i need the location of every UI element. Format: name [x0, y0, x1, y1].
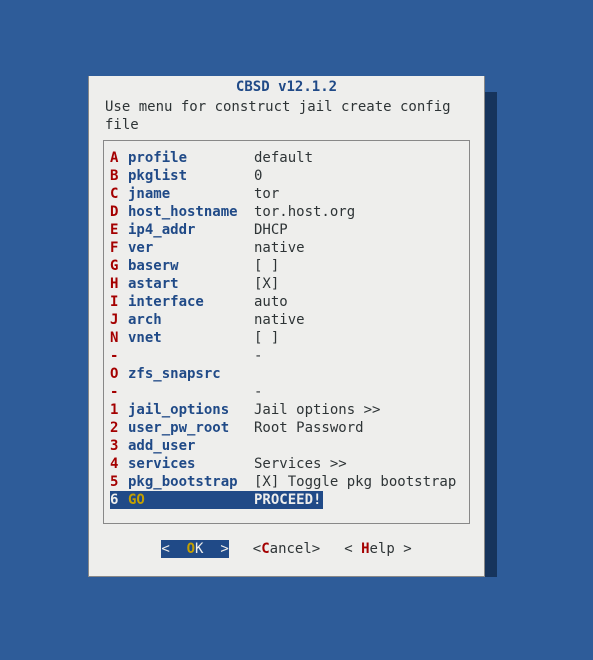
menu-item-name: services — [128, 455, 254, 473]
menu-item-astart[interactable]: Hastart[X] — [108, 275, 465, 293]
menu-item-name: host_hostname — [128, 203, 254, 221]
menu-item-name — [128, 383, 254, 401]
menu-item-interface[interactable]: Iinterfaceauto — [108, 293, 465, 311]
menu-item-name: zfs_snapsrc — [128, 365, 254, 383]
menu-item-jail_options[interactable]: 1jail_optionsJail options >> — [108, 401, 465, 419]
menu-item-name: jail_options — [128, 401, 254, 419]
menu-item-value: [X] Toggle pkg bootstrap — [254, 473, 463, 491]
dialog: CBSD v12.1.2 Use menu for construct jail… — [88, 76, 485, 577]
menu-item-value: Jail options >> — [254, 401, 463, 419]
menu-item-key: E — [110, 221, 128, 239]
menu-item-key: - — [110, 347, 128, 365]
menu-item-key: F — [110, 239, 128, 257]
menu-item-name: ver — [128, 239, 254, 257]
menu-item-name — [128, 347, 254, 365]
menu-item-profile[interactable]: Aprofiledefault — [108, 149, 465, 167]
menu-item-value: DHCP — [254, 221, 463, 239]
menu-item-key: 1 — [110, 401, 128, 419]
menu-item-vnet[interactable]: Nvnet[ ] — [108, 329, 465, 347]
menu-item-arch[interactable]: Jarchnative — [108, 311, 465, 329]
menu-item-add_user[interactable]: 3add_user — [108, 437, 465, 455]
menu-item-sep[interactable]: -- — [108, 383, 465, 401]
menu-item-name: GO — [128, 491, 254, 509]
menu-item-pkg_bootstrap[interactable]: 5pkg_bootstrap[X] Toggle pkg bootstrap — [108, 473, 465, 491]
menu-item-key: D — [110, 203, 128, 221]
menu-item-name: jname — [128, 185, 254, 203]
menu-item-host_hostname[interactable]: Dhost_hostnametor.host.org — [108, 203, 465, 221]
menu-item-key: - — [110, 383, 128, 401]
menu-item-name: astart — [128, 275, 254, 293]
menu-list: AprofiledefaultBpkglist0CjnametorDhost_h… — [103, 140, 470, 524]
menu-item-value: [X] — [254, 275, 463, 293]
menu-item-value: [ ] — [254, 257, 463, 275]
cancel-button[interactable]: <Cancel> — [253, 540, 320, 558]
menu-item-key: 3 — [110, 437, 128, 455]
menu-item-key: I — [110, 293, 128, 311]
menu-item-value: tor.host.org — [254, 203, 463, 221]
menu-item-value — [254, 365, 463, 383]
menu-item-jname[interactable]: Cjnametor — [108, 185, 465, 203]
help-button[interactable]: < Help > — [344, 540, 411, 558]
menu-item-key: J — [110, 311, 128, 329]
menu-item-key: H — [110, 275, 128, 293]
menu-item-value: [ ] — [254, 329, 463, 347]
menu-item-zfs_snapsrc[interactable]: Ozfs_snapsrc — [108, 365, 465, 383]
menu-item-key: G — [110, 257, 128, 275]
menu-item-name: arch — [128, 311, 254, 329]
menu-item-name: ip4_addr — [128, 221, 254, 239]
menu-item-value: native — [254, 239, 463, 257]
menu-item-name: pkglist — [128, 167, 254, 185]
menu-item-key: 6 — [110, 491, 128, 509]
menu-item-key: A — [110, 149, 128, 167]
menu-item-value: PROCEED! — [254, 491, 463, 509]
menu-item-key: 5 — [110, 473, 128, 491]
menu-item-value: default — [254, 149, 463, 167]
menu-item-key: N — [110, 329, 128, 347]
menu-item-value: - — [254, 383, 463, 401]
menu-item-value: Root Password — [254, 419, 463, 437]
menu-item-name: interface — [128, 293, 254, 311]
menu-item-name: vnet — [128, 329, 254, 347]
menu-item-ip4_addr[interactable]: Eip4_addrDHCP — [108, 221, 465, 239]
menu-item-name: baserw — [128, 257, 254, 275]
menu-item-key: O — [110, 365, 128, 383]
menu-item-value — [254, 437, 463, 455]
menu-item-pkglist[interactable]: Bpkglist0 — [108, 167, 465, 185]
menu-item-value: native — [254, 311, 463, 329]
menu-item-GO[interactable]: 6GOPROCEED! — [108, 491, 465, 509]
menu-item-sep[interactable]: -- — [108, 347, 465, 365]
menu-item-key: C — [110, 185, 128, 203]
menu-item-user_pw_root[interactable]: 2user_pw_rootRoot Password — [108, 419, 465, 437]
menu-item-name: add_user — [128, 437, 254, 455]
menu-item-ver[interactable]: Fvernative — [108, 239, 465, 257]
menu-item-value: Services >> — [254, 455, 463, 473]
menu-item-baserw[interactable]: Gbaserw[ ] — [108, 257, 465, 275]
menu-item-services[interactable]: 4servicesServices >> — [108, 455, 465, 473]
menu-item-key: B — [110, 167, 128, 185]
menu-item-key: 4 — [110, 455, 128, 473]
menu-item-name: profile — [128, 149, 254, 167]
ok-button[interactable]: < OK > — [161, 540, 228, 558]
menu-item-name: user_pw_root — [128, 419, 254, 437]
menu-item-value: 0 — [254, 167, 463, 185]
menu-item-value: auto — [254, 293, 463, 311]
menu-item-value: tor — [254, 185, 463, 203]
dialog-instruction: Use menu for construct jail create confi… — [89, 98, 484, 138]
dialog-title: CBSD v12.1.2 — [89, 76, 484, 98]
button-bar: < OK > <Cancel> < Help > — [89, 526, 484, 564]
menu-item-name: pkg_bootstrap — [128, 473, 254, 491]
menu-item-value: - — [254, 347, 463, 365]
menu-item-key: 2 — [110, 419, 128, 437]
